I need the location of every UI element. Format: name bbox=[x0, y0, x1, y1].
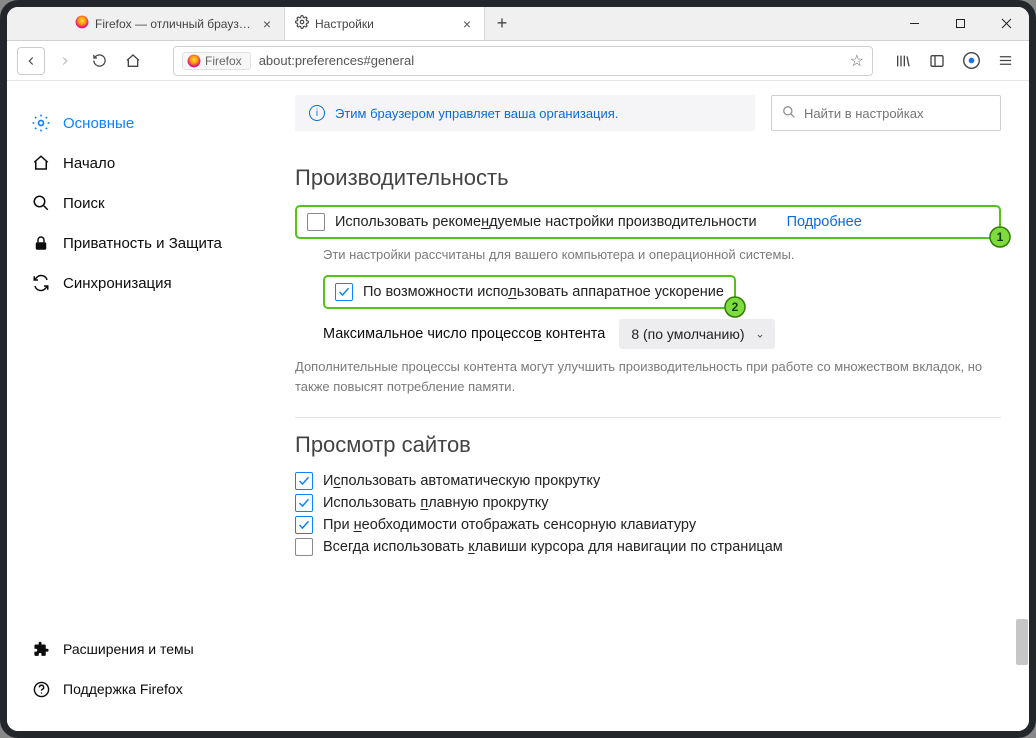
checkbox-icon bbox=[295, 538, 313, 556]
close-button[interactable] bbox=[983, 7, 1029, 40]
sync-icon bbox=[31, 273, 51, 293]
tab-label: Firefox — отличный браузер д bbox=[95, 17, 254, 31]
menu-button[interactable] bbox=[991, 47, 1019, 75]
sidebar-item-home[interactable]: Начало bbox=[7, 143, 267, 183]
checkbox-label: По возможности использовать аппаратное у… bbox=[363, 284, 724, 300]
learn-more-link[interactable]: Подробнее bbox=[787, 214, 862, 230]
tabstrip: Firefox — отличный браузер д × Настройки… bbox=[7, 7, 1029, 41]
navbar: Firefox ☆ bbox=[7, 41, 1029, 81]
gear-icon bbox=[31, 113, 51, 133]
home-icon bbox=[31, 153, 51, 173]
checkbox-caret-browsing[interactable]: Всегда использовать клавиши курсора для … bbox=[295, 538, 783, 556]
minimize-button[interactable] bbox=[891, 7, 937, 40]
perf-description: Эти настройки рассчитаны для вашего комп… bbox=[323, 245, 1001, 265]
divider bbox=[295, 417, 1001, 418]
help-icon bbox=[31, 679, 51, 699]
sidebar-item-label: Начало bbox=[63, 155, 115, 172]
annotation-highlight-2: По возможности использовать аппаратное у… bbox=[323, 275, 736, 309]
section-performance-heading: Производительность bbox=[295, 165, 1001, 191]
checkbox-label: Использовать рекомендуемые настройки про… bbox=[335, 214, 757, 230]
annotation-highlight-1: Использовать рекомендуемые настройки про… bbox=[295, 205, 1001, 239]
home-button[interactable] bbox=[119, 47, 147, 75]
svg-text:2: 2 bbox=[732, 300, 739, 314]
sidebar-item-sync[interactable]: Синхронизация bbox=[7, 263, 267, 303]
checkbox-icon bbox=[295, 494, 313, 512]
sidebar-button[interactable] bbox=[923, 47, 951, 75]
sidebar-item-label: Поддержка Firefox bbox=[63, 681, 183, 697]
scrollbar-thumb[interactable] bbox=[1016, 619, 1028, 665]
checkbox-autoscroll[interactable]: Использовать автоматическую прокрутку bbox=[295, 472, 600, 490]
url-input[interactable] bbox=[259, 53, 842, 68]
newtab-button[interactable]: + bbox=[485, 7, 519, 40]
settings-main: i Этим браузером управляет ваша организа… bbox=[267, 81, 1029, 731]
settings-search[interactable] bbox=[771, 95, 1001, 131]
checkbox-smoothscroll[interactable]: Использовать плавную прокрутку bbox=[295, 494, 548, 512]
profile-button[interactable] bbox=[957, 47, 985, 75]
bookmark-star-icon[interactable]: ☆ bbox=[850, 51, 864, 71]
forward-button[interactable] bbox=[51, 47, 79, 75]
checkbox-hardware-accel[interactable]: По возможности использовать аппаратное у… bbox=[335, 283, 724, 301]
checkbox-icon bbox=[295, 472, 313, 490]
settings-search-input[interactable] bbox=[804, 106, 990, 121]
svg-text:1: 1 bbox=[997, 230, 1004, 244]
perf-description-2: Дополнительные процессы контента могут у… bbox=[295, 357, 1001, 397]
policy-banner-text: Этим браузером управляет ваша организаци… bbox=[335, 106, 618, 121]
chevron-down-icon: ⌄ bbox=[755, 327, 764, 340]
close-icon[interactable]: × bbox=[460, 17, 474, 31]
sidebar-item-privacy[interactable]: Приватность и Защита bbox=[7, 223, 267, 263]
annotation-badge-1: 1 bbox=[989, 226, 1011, 248]
checkbox-icon bbox=[307, 213, 325, 231]
search-icon bbox=[31, 193, 51, 213]
checkbox-use-recommended[interactable]: Использовать рекомендуемые настройки про… bbox=[307, 213, 757, 231]
back-button[interactable] bbox=[17, 47, 45, 75]
library-button[interactable] bbox=[889, 47, 917, 75]
sidebar-item-label: Синхронизация bbox=[63, 275, 172, 292]
max-processes-select[interactable]: 8 (по умолчанию)⌄ bbox=[619, 319, 774, 349]
checkbox-label: Использовать автоматическую прокрутку bbox=[323, 473, 600, 489]
gear-icon bbox=[295, 15, 309, 32]
section-browsing-heading: Просмотр сайтов bbox=[295, 432, 1001, 458]
close-icon[interactable]: × bbox=[260, 17, 274, 31]
checkbox-touch-keyboard[interactable]: При необходимости отображать сенсорную к… bbox=[295, 516, 696, 534]
reload-button[interactable] bbox=[85, 47, 113, 75]
tab-firefox-home[interactable]: Firefox — отличный браузер д × bbox=[65, 7, 285, 40]
search-icon bbox=[782, 105, 796, 122]
sidebar-item-label: Расширения и темы bbox=[63, 641, 194, 657]
settings-sidebar: Основные Начало Поиск Приватность и Защи… bbox=[7, 81, 267, 731]
checkbox-label: Всегда использовать клавиши курсора для … bbox=[323, 539, 783, 555]
identity-label: Firefox bbox=[205, 54, 242, 68]
tab-label: Настройки bbox=[315, 17, 454, 31]
maximize-button[interactable] bbox=[937, 7, 983, 40]
puzzle-icon bbox=[31, 639, 51, 659]
sidebar-item-extensions[interactable]: Расширения и темы bbox=[7, 629, 267, 669]
sidebar-item-search[interactable]: Поиск bbox=[7, 183, 267, 223]
sidebar-item-general[interactable]: Основные bbox=[7, 103, 267, 143]
firefox-icon bbox=[75, 15, 89, 32]
policy-banner[interactable]: i Этим браузером управляет ваша организа… bbox=[295, 95, 755, 131]
checkbox-icon bbox=[295, 516, 313, 534]
url-bar[interactable]: Firefox ☆ bbox=[173, 46, 873, 76]
identity-badge[interactable]: Firefox bbox=[182, 52, 251, 70]
sidebar-item-label: Поиск bbox=[63, 195, 105, 212]
max-processes-label: Максимальное число процессов контента bbox=[323, 326, 605, 342]
checkbox-label: При необходимости отображать сенсорную к… bbox=[323, 517, 696, 533]
checkbox-icon bbox=[335, 283, 353, 301]
tab-settings[interactable]: Настройки × bbox=[285, 7, 485, 40]
sidebar-item-label: Основные bbox=[63, 115, 134, 132]
info-icon: i bbox=[309, 105, 325, 121]
sidebar-item-support[interactable]: Поддержка Firefox bbox=[7, 669, 267, 709]
checkbox-label: Использовать плавную прокрутку bbox=[323, 495, 548, 511]
lock-icon bbox=[31, 233, 51, 253]
annotation-badge-2: 2 bbox=[724, 296, 746, 318]
sidebar-item-label: Приватность и Защита bbox=[63, 235, 222, 252]
